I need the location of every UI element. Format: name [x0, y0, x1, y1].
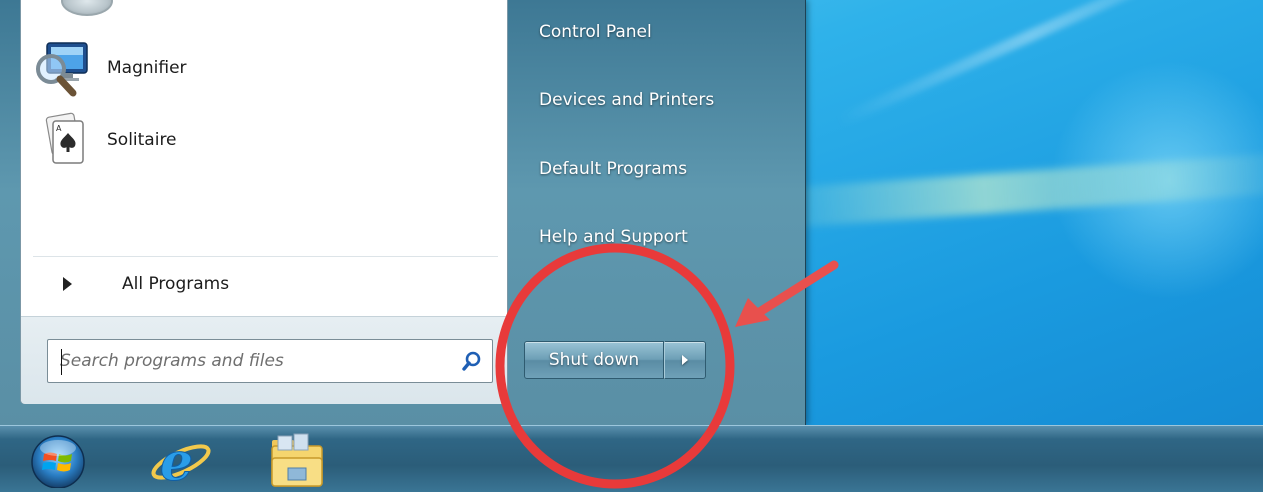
search-box[interactable]	[47, 339, 493, 383]
magnifier-icon	[33, 39, 91, 97]
triangle-right-icon	[63, 277, 72, 291]
svg-text:A: A	[56, 124, 62, 133]
program-item-magnifier[interactable]: Magnifier	[33, 38, 498, 98]
search-input[interactable]	[48, 340, 452, 382]
right-menu-control-panel[interactable]: Control Panel	[528, 10, 788, 54]
right-menu-label: Default Programs	[539, 159, 688, 179]
shutdown-group: Shut down	[524, 341, 706, 379]
right-menu-label: Help and Support	[539, 227, 688, 247]
taskbar: e	[0, 425, 1263, 492]
shutdown-options-button[interactable]	[664, 341, 706, 379]
right-menu-label: Control Panel	[539, 22, 652, 42]
file-explorer-icon[interactable]	[262, 430, 332, 490]
start-menu: Magnifier A Solitaire All Programs Searc…	[0, 0, 806, 425]
program-item-solitaire[interactable]: A Solitaire	[33, 110, 498, 170]
text-caret	[61, 349, 62, 375]
start-menu-programs-pane: Magnifier A Solitaire All Programs	[20, 0, 508, 404]
all-programs-item[interactable]: All Programs	[33, 262, 498, 306]
program-icon-partial	[61, 0, 113, 16]
program-item-label: Solitaire	[107, 130, 177, 150]
right-menu-devices-and-printers[interactable]: Devices and Printers	[528, 78, 788, 122]
svg-text:e: e	[160, 432, 193, 490]
search-icon[interactable]	[452, 340, 492, 382]
solitaire-icon: A	[33, 111, 91, 169]
internet-explorer-icon[interactable]: e	[148, 432, 214, 492]
menu-divider	[33, 256, 498, 257]
shutdown-button[interactable]: Shut down	[524, 341, 664, 379]
program-item-label: Magnifier	[107, 58, 187, 78]
search-area	[21, 316, 507, 404]
chevron-right-icon	[682, 355, 688, 365]
right-menu-label: Devices and Printers	[539, 90, 715, 110]
right-menu-default-programs[interactable]: Default Programs	[528, 147, 788, 191]
windows-orb-icon[interactable]	[22, 432, 94, 489]
all-programs-label: All Programs	[122, 274, 230, 294]
right-menu-help-and-support[interactable]: Help and Support	[528, 215, 788, 259]
